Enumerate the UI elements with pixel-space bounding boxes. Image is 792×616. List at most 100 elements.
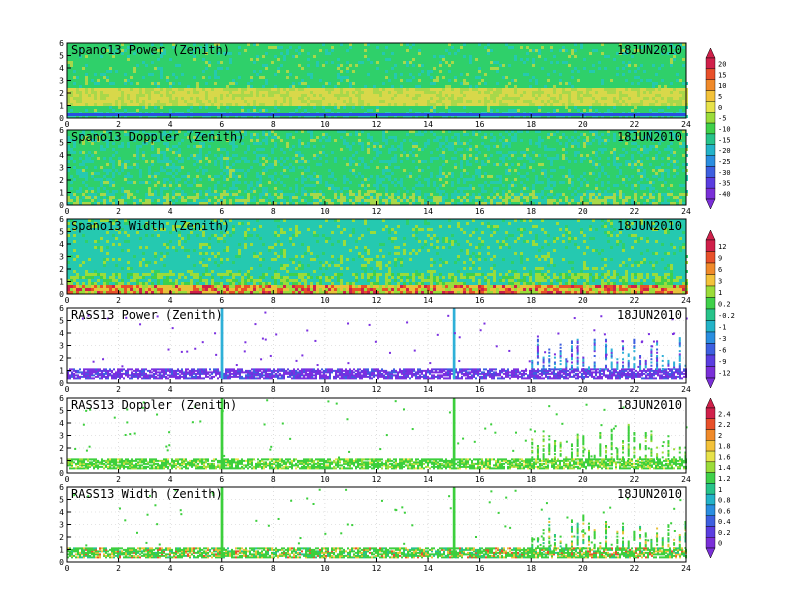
data-cell [388, 94, 391, 97]
data-cell [253, 97, 256, 100]
data-cell [115, 237, 118, 240]
data-cell [475, 157, 478, 160]
data-cell [256, 142, 259, 145]
data-cell [661, 97, 664, 100]
data-cell [400, 97, 403, 100]
data-cell [151, 145, 154, 148]
data-cell [502, 199, 505, 202]
data-cell [349, 181, 352, 184]
data-cell [316, 193, 319, 196]
data-cell [448, 145, 451, 148]
data-cell [316, 94, 319, 97]
data-cell [322, 196, 325, 199]
data-cell [520, 139, 523, 142]
data-cell [643, 97, 646, 100]
data-cell [118, 258, 121, 261]
data-cell [193, 157, 196, 160]
data-cell [94, 100, 97, 103]
data-cell [568, 94, 571, 97]
data-cell [358, 139, 361, 142]
data-cell [319, 151, 322, 154]
data-cell [490, 175, 493, 178]
data-cell [460, 88, 463, 91]
data-cell [280, 52, 283, 55]
data-cell [187, 184, 190, 187]
data-cell [445, 160, 448, 163]
data-cell [637, 145, 640, 148]
data-cell [262, 76, 265, 79]
data-cell [370, 193, 373, 196]
data-cell [265, 169, 268, 172]
data-cell [196, 94, 199, 97]
data-cell [103, 169, 106, 172]
data-cell [658, 67, 661, 70]
data-cell [682, 145, 685, 148]
data-cell [76, 190, 79, 193]
data-cell [574, 91, 577, 94]
data-cell [157, 181, 160, 184]
data-cell [520, 91, 523, 94]
data-cell [181, 97, 184, 100]
data-cell [394, 73, 397, 76]
data-cell [538, 106, 541, 109]
data-cell [448, 88, 451, 91]
data-cell [448, 103, 451, 106]
data-cell [256, 148, 259, 151]
data-cell [670, 151, 673, 154]
data-cell [682, 184, 685, 187]
data-cell [133, 94, 136, 97]
data-cell [448, 79, 451, 82]
data-cell [610, 103, 613, 106]
data-cell [256, 288, 259, 291]
data-cell [220, 196, 223, 199]
data-cell [559, 82, 562, 85]
data-cell [526, 91, 529, 94]
data-cell [91, 196, 94, 199]
data-cell [427, 103, 430, 106]
data-cell [571, 199, 574, 202]
data-cell [259, 288, 262, 291]
data-cell [532, 187, 535, 190]
data-cell [100, 94, 103, 97]
data-cell [550, 103, 553, 106]
data-cell [259, 181, 262, 184]
x-tick-label: 24 [681, 120, 691, 129]
panel-date: 18JUN2010 [617, 43, 682, 57]
data-cell [286, 70, 289, 73]
data-cell [364, 163, 367, 166]
data-cell [286, 100, 289, 103]
data-cell [91, 285, 94, 288]
data-cell [499, 64, 502, 67]
data-cell [262, 103, 265, 106]
data-cell [382, 103, 385, 106]
data-cell [376, 154, 379, 157]
data-cell [244, 282, 247, 285]
data-cell [229, 288, 232, 291]
data-cell [391, 160, 394, 163]
data-cell [478, 70, 481, 73]
y-tick-label: 5 [59, 139, 64, 148]
data-cell [451, 181, 454, 184]
data-cell [220, 163, 223, 166]
data-cell [235, 82, 238, 85]
data-cell [166, 79, 169, 82]
data-cell [325, 133, 328, 136]
data-cell [220, 61, 223, 64]
data-cell [154, 100, 157, 103]
data-cell [637, 166, 640, 169]
data-cell [196, 199, 199, 202]
data-cell [247, 94, 250, 97]
data-cell [529, 157, 532, 160]
data-cell [262, 190, 265, 193]
data-cell [127, 103, 130, 106]
data-cell [526, 187, 529, 190]
data-cell [655, 154, 658, 157]
data-cell [658, 196, 661, 199]
data-cell [181, 199, 184, 202]
data-cell [418, 91, 421, 94]
data-cell [547, 94, 550, 97]
data-cell [577, 178, 580, 181]
data-cell [439, 88, 442, 91]
data-cell [406, 94, 409, 97]
data-cell [157, 67, 160, 70]
